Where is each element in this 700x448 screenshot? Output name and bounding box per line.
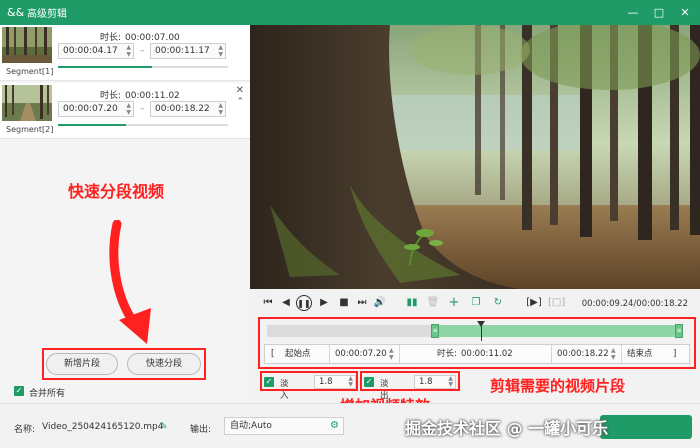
fade-in-input[interactable]: 1.8 ▲ ▼ <box>314 375 356 389</box>
divider <box>329 345 330 363</box>
stop-icon[interactable]: ■ <box>336 295 352 311</box>
spinner-icon[interactable]: ▲ ▼ <box>448 376 453 388</box>
spinner-icon[interactable]: ▲ ▼ <box>348 376 353 388</box>
output-select[interactable]: 自动;Auto ⚙ <box>224 417 344 435</box>
segment-start-input[interactable]: 00:00:07.20 ▲ ▼ <box>58 101 134 117</box>
divider <box>551 345 552 363</box>
close-icon[interactable]: ✕ <box>678 6 692 19</box>
fade-in-checkbox[interactable]: ✓ <box>264 377 274 387</box>
segment-progress <box>58 124 228 126</box>
segment-duration: 时长: 00:00:11.02 <box>100 91 180 101</box>
window-controls: — □ ✕ <box>626 0 692 25</box>
annotation-arrow-icon <box>109 220 151 344</box>
segment-duration: 时长: 00:00:07.00 <box>100 33 180 43</box>
segment-end-input[interactable]: 00:00:18.22 ▲ ▼ <box>150 101 226 117</box>
playhead[interactable] <box>477 321 485 341</box>
merge-all-checkbox[interactable]: ✓ <box>14 386 24 396</box>
set-start-icon[interactable]: [▶] <box>526 295 542 311</box>
segment-thumbnail <box>2 27 52 63</box>
filename: Video_250424165120.mp4 <box>42 422 164 432</box>
segment-label: Segment[2] <box>6 125 54 134</box>
maximize-icon[interactable]: □ <box>652 6 666 19</box>
range-start-input[interactable]: 00:00:07.20 <box>335 345 387 363</box>
add-icon[interactable]: + <box>446 295 462 311</box>
timeline-end-handle[interactable]: ≡ <box>675 324 683 338</box>
range-bar: [ 起始点 00:00:07.20 ▲ ▼ 时长: 00:00:11.02 00:… <box>264 344 690 364</box>
annotation-quick-split: 快速分段视频 <box>68 182 165 201</box>
skip-end-icon[interactable]: ⏭ <box>354 295 370 311</box>
divider <box>399 345 400 363</box>
bottom-bar: 名称: Video_250424165120.mp4 ✎ 输出: 自动;Auto… <box>0 403 700 448</box>
end-point-button[interactable]: 结束点 <box>627 345 653 363</box>
spinner-icon[interactable]: ▲ ▼ <box>611 347 616 361</box>
range-separator: – <box>140 104 145 114</box>
gear-icon[interactable]: ⚙ <box>330 418 339 434</box>
spinner-icon[interactable]: ▲ ▼ <box>126 44 131 58</box>
spinner-icon[interactable]: ▲ ▼ <box>126 102 131 116</box>
window-title: 高级剪辑 <box>27 9 67 20</box>
spinner-icon[interactable]: ▲ ▼ <box>389 347 394 361</box>
range-duration: 00:00:11.02 <box>461 349 513 359</box>
video-frame <box>250 25 700 289</box>
set-end-icon[interactable]: [□] <box>548 295 565 311</box>
copy-icon[interactable]: ❐ <box>468 295 484 311</box>
add-segment-button[interactable]: 新增片段 <box>46 353 118 375</box>
timeline-start-handle[interactable]: ≡ <box>431 324 439 338</box>
segment-start-input[interactable]: 00:00:04.17 ▲ ▼ <box>58 43 134 59</box>
close-icon[interactable]: ✕ <box>236 85 244 96</box>
edit-name-icon[interactable]: ✎ <box>160 422 168 432</box>
segment-label: Segment[1] <box>6 67 54 76</box>
watermark-text: 掘金技术社区 @ 一罐小可乐 <box>405 419 609 438</box>
segment-panel: Segment[1] 时长: 00:00:07.00 00:00:04.17 ▲ ▼… <box>0 25 250 403</box>
segment-progress <box>58 66 228 68</box>
bracket-left: [ <box>271 349 275 359</box>
export-button[interactable] <box>600 415 692 439</box>
quick-segment-button[interactable]: 快速分段 <box>127 353 201 375</box>
split-icon[interactable]: ▮▮ <box>404 295 420 311</box>
annotation-trim-segments: 剪辑需要的视频片段 <box>490 377 626 395</box>
name-label: 名称: <box>14 425 36 435</box>
spinner-icon[interactable]: ▲ ▼ <box>218 44 223 58</box>
delete-icon[interactable]: 🗑 <box>425 295 441 311</box>
range-separator: – <box>140 46 145 56</box>
app-logo-icon: && <box>7 5 25 19</box>
volume-icon[interactable]: 🔊 <box>372 295 388 311</box>
minimize-icon[interactable]: — <box>626 6 640 19</box>
player-toolbar: ⏮ ◀ ❚❚ ▶ ■ ⏭ 🔊 ▮▮ 🗑 + ❐ ↻ [▶] [□] 00:00:… <box>250 293 700 315</box>
range-end-input[interactable]: 00:00:18.22 <box>557 345 609 363</box>
fade-in-label: 淡入 <box>280 379 289 401</box>
skip-start-icon[interactable]: ⏮ <box>260 295 276 311</box>
start-point-button[interactable]: 起始点 <box>285 345 311 363</box>
time-display: 00:00:09.24/00:00:18.22 <box>581 299 688 309</box>
video-preview[interactable] <box>250 25 700 289</box>
segment-thumbnail <box>2 85 52 121</box>
title-bar: && 高级剪辑 — □ ✕ <box>0 0 700 25</box>
fade-out-checkbox[interactable]: ✓ <box>364 377 374 387</box>
pause-icon[interactable]: ❚❚ <box>296 295 312 311</box>
bracket-right: ] <box>673 349 677 359</box>
reset-icon[interactable]: ↻ <box>490 295 506 311</box>
segment-end-input[interactable]: 00:00:11.17 ▲ ▼ <box>150 43 226 59</box>
segment-item[interactable]: Segment[2] 时长: 00:00:11.02 ✕ ⌃ 00:00:07.2… <box>0 83 250 139</box>
chevron-up-icon[interactable]: ⌃ <box>236 97 244 107</box>
range-duration-label: 时长: <box>437 349 457 359</box>
step-forward-icon[interactable]: ▶ <box>316 295 332 311</box>
divider <box>621 345 622 363</box>
merge-all-label: 合并所有 <box>29 389 66 399</box>
spinner-icon[interactable]: ▲ ▼ <box>218 102 223 116</box>
segment-item[interactable]: Segment[1] 时长: 00:00:07.00 00:00:04.17 ▲ ▼… <box>0 25 250 81</box>
player-controls: ⏮ ◀ ❚❚ ▶ ■ ⏭ 🔊 ▮▮ 🗑 + ❐ ↻ [▶] [□] 00:00:… <box>250 289 700 415</box>
fade-out-input[interactable]: 1.8 ▲ ▼ <box>414 375 456 389</box>
timeline-track[interactable]: ≡ ≡ <box>267 321 683 341</box>
output-label: 输出: <box>190 425 212 435</box>
step-back-icon[interactable]: ◀ <box>278 295 294 311</box>
timeline-selection[interactable] <box>435 325 683 337</box>
